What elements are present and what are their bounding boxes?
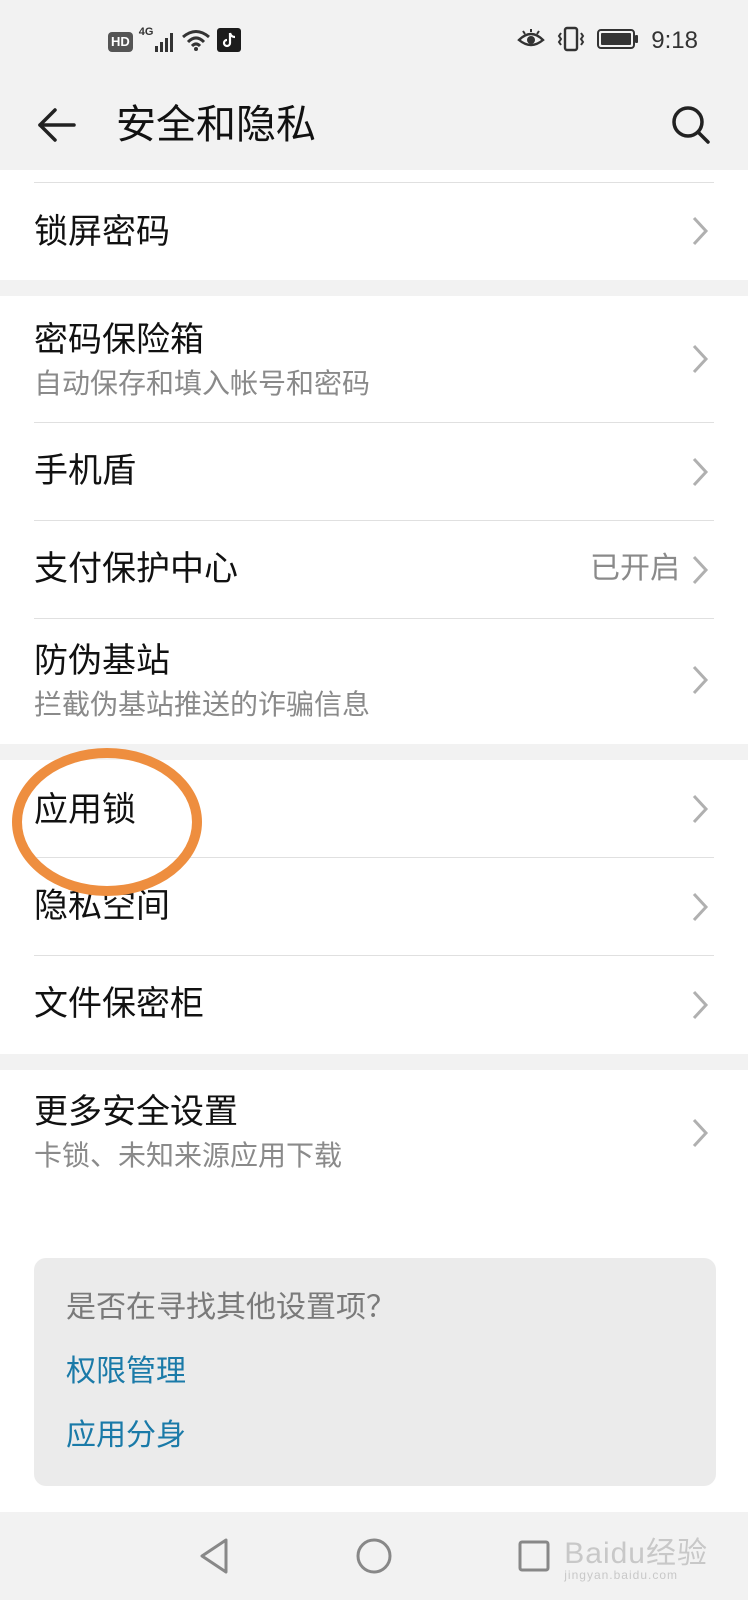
status-value: 已开启 [590, 551, 680, 586]
row-subtitle: 卡锁、未知来源应用下载 [34, 1139, 343, 1172]
row-lock-screen-password[interactable]: 锁屏密码 [0, 182, 748, 280]
wifi-icon [181, 28, 211, 56]
tiktok-icon [216, 28, 241, 56]
vibrate-icon [557, 26, 585, 56]
back-button[interactable] [32, 100, 82, 150]
row-more-security-settings[interactable]: 更多安全设置 卡锁、未知来源应用下载 [0, 1070, 748, 1198]
row-title: 防伪基站 [34, 641, 170, 681]
watermark-url: jingyan.baidu.com [564, 1568, 678, 1582]
page-title: 安全和隐私 [116, 102, 316, 148]
row-title: 更多安全设置 [34, 1092, 238, 1132]
status-right: 9:18 [517, 26, 698, 56]
chevron-right-icon [692, 344, 709, 374]
nav-recents-button[interactable] [506, 1528, 562, 1584]
row-title: 锁屏密码 [34, 212, 170, 252]
eye-comfort-icon [517, 28, 546, 54]
row-title: 手机盾 [34, 451, 136, 491]
row-title: 支付保护中心 [34, 549, 238, 589]
highlight-circle-annotation [12, 748, 202, 896]
search-button[interactable] [666, 100, 716, 150]
square-recents-icon [518, 1540, 550, 1572]
chevron-right-icon [692, 665, 709, 695]
chevron-right-icon [692, 1118, 709, 1148]
row-subtitle: 自动保存和填入帐号和密码 [34, 367, 371, 400]
suggestion-question: 是否在寻找其他设置项？ [66, 1290, 396, 1325]
status-time: 9:18 [651, 27, 698, 54]
row-anti-fake-base-station[interactable]: 防伪基站 拦截伪基站推送的诈骗信息 [0, 619, 748, 744]
row-password-vault[interactable]: 密码保险箱 自动保存和填入帐号和密码 [0, 296, 748, 422]
suggestion-box: 是否在寻找其他设置项？ 权限管理 应用分身 [34, 1258, 716, 1486]
chevron-right-icon [692, 555, 709, 585]
row-title: 密码保险箱 [34, 320, 204, 360]
triangle-back-icon [200, 1538, 228, 1574]
circle-home-icon [356, 1538, 392, 1574]
row-file-safe[interactable]: 文件保密柜 [0, 956, 748, 1054]
settings-card-1: 锁屏密码 [0, 170, 748, 280]
app-bar: 安全和隐私 [0, 84, 748, 170]
chevron-right-icon [692, 990, 709, 1020]
row-phone-shield[interactable]: 手机盾 [0, 423, 748, 520]
chevron-right-icon [692, 794, 709, 824]
nav-home-button[interactable] [346, 1528, 402, 1584]
cellular-signal-icon: 4G [139, 26, 175, 54]
nav-back-button[interactable] [186, 1528, 242, 1584]
arrow-left-icon [38, 108, 76, 142]
settings-card-2: 密码保险箱 自动保存和填入帐号和密码 手机盾 支付保护中心 已开启 防伪基站 拦… [0, 296, 748, 744]
link-app-twin[interactable]: 应用分身 [66, 1416, 186, 1456]
hd-badge: HD [108, 32, 133, 52]
row-title: 文件保密柜 [34, 984, 204, 1024]
status-bar: HD 4G 9:18 [0, 0, 748, 84]
row-subtitle: 拦截伪基站推送的诈骗信息 [34, 688, 371, 721]
row-payment-protection[interactable]: 支付保护中心 已开启 [0, 521, 748, 618]
link-permission-management[interactable]: 权限管理 [66, 1352, 186, 1392]
watermark-brand: Baidu经验 [564, 1537, 708, 1570]
watermark: Baidu经验 jingyan.baidu.com [564, 1528, 708, 1582]
chevron-right-icon [692, 216, 709, 246]
chevron-right-icon [692, 892, 709, 922]
chevron-right-icon [692, 457, 709, 487]
battery-icon [597, 28, 639, 54]
status-left: HD 4G [108, 26, 241, 56]
search-icon [672, 106, 710, 144]
